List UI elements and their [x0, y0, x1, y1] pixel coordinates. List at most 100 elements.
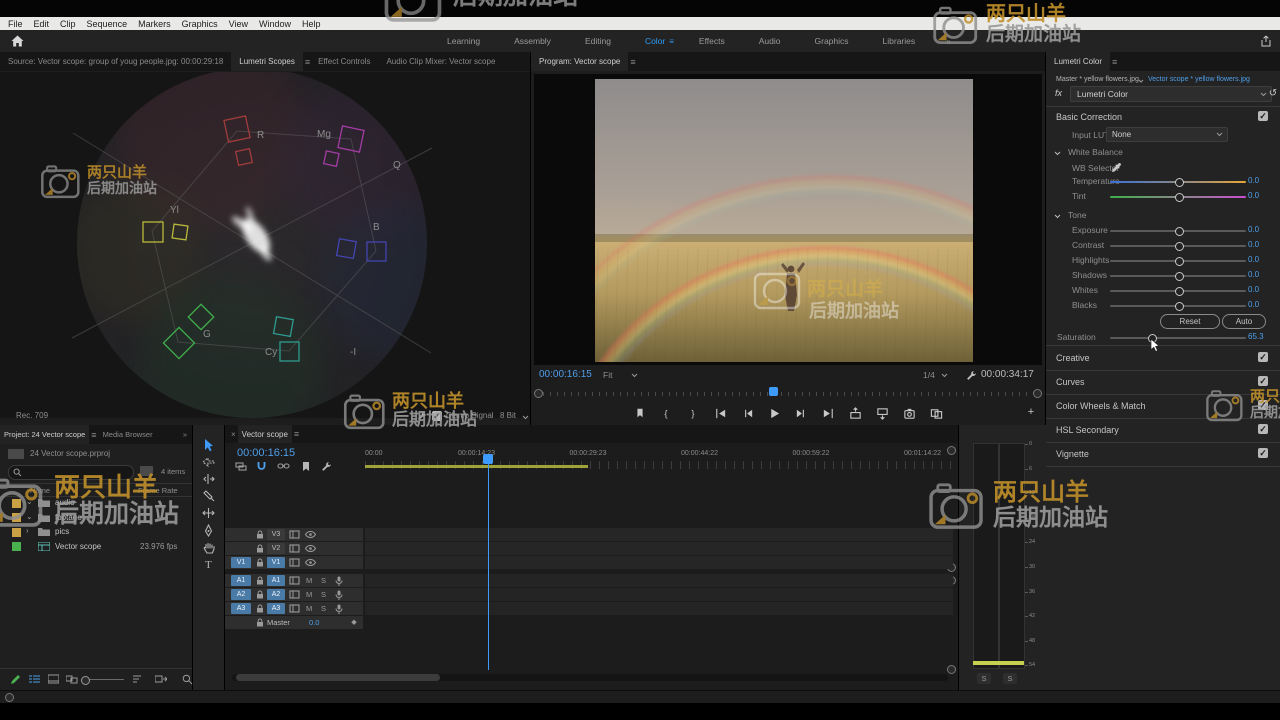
zoom-slider-handle[interactable] — [81, 676, 90, 685]
menu-item-window[interactable]: Window — [259, 19, 291, 29]
timeline-scroll-handle[interactable] — [947, 665, 956, 674]
panel-menu-icon[interactable]: ≡ — [294, 429, 299, 439]
toggle-track-output-eye-icon[interactable] — [305, 545, 317, 553]
timeline-playhead-line[interactable] — [488, 455, 489, 670]
reset-effect-icon[interactable]: ↺ — [1268, 88, 1278, 99]
mark-in-icon[interactable]: { — [660, 406, 674, 420]
slider-value[interactable]: 0.0 — [1248, 191, 1259, 200]
insert-here-icon[interactable] — [289, 604, 301, 614]
timeline-scroll-handle[interactable] — [947, 446, 956, 455]
type-tool[interactable]: T — [193, 556, 224, 572]
input-lut-select[interactable]: None — [1106, 127, 1228, 142]
menu-item-clip[interactable]: Clip — [60, 19, 76, 29]
slider-temperature[interactable] — [1110, 178, 1246, 187]
slider-value[interactable]: 0.0 — [1248, 270, 1259, 279]
track-name-v1[interactable]: V1 — [267, 557, 285, 568]
button-editor-plus-icon[interactable]: + — [1025, 406, 1037, 418]
timeline-current-timecode[interactable]: 00:00:16:15 — [237, 447, 295, 459]
slider-handle[interactable] — [1175, 242, 1184, 251]
insert-here-icon[interactable] — [289, 576, 301, 586]
source-patch-a1[interactable]: A1 — [231, 575, 251, 586]
insert-here-icon[interactable] — [289, 558, 301, 568]
expander-closed-icon[interactable]: › — [26, 526, 29, 535]
workspace-tab-editing[interactable]: Editing — [568, 36, 628, 46]
tone-chevron-icon[interactable] — [1054, 214, 1061, 219]
section-row-hsl-secondary[interactable]: HSL Secondary ✓ — [1046, 418, 1280, 443]
comparison-view-icon[interactable] — [930, 406, 944, 420]
share-icon[interactable] — [1258, 34, 1274, 48]
list-view-icon[interactable] — [29, 674, 42, 686]
mute-button[interactable]: M — [306, 576, 312, 585]
menu-item-markers[interactable]: Markers — [138, 19, 171, 29]
track-name-v3[interactable]: V3 — [267, 529, 285, 540]
slider-highlights[interactable] — [1110, 257, 1246, 266]
track-name-v2[interactable]: V2 — [267, 543, 285, 554]
mute-button[interactable]: M — [306, 590, 312, 599]
track-select-tool[interactable] — [193, 454, 224, 470]
home-icon[interactable] — [8, 33, 26, 49]
saturation-value[interactable]: 65.3 — [1248, 332, 1264, 341]
tab-project[interactable]: Project: 24 Vector scope — [0, 425, 90, 444]
track-lock-icon[interactable] — [256, 530, 265, 540]
project-row-pics[interactable]: › pics — [0, 525, 192, 539]
slider-handle[interactable] — [1175, 257, 1184, 266]
slider-value[interactable]: 0.0 — [1248, 255, 1259, 264]
track-lock-icon[interactable] — [256, 604, 265, 614]
tab-audio-clip-mixer[interactable]: Audio Clip Mixer: Vector scope — [378, 52, 503, 71]
program-scrubber[interactable] — [531, 385, 1045, 399]
menu-item-file[interactable]: File — [8, 19, 23, 29]
project-search-box[interactable] — [8, 465, 134, 480]
track-lock-icon[interactable] — [256, 544, 265, 554]
voiceover-record-mic-icon[interactable] — [335, 590, 344, 600]
slider-handle[interactable] — [1175, 287, 1184, 296]
mark-out-icon[interactable]: } — [687, 406, 701, 420]
slider-value[interactable]: 0.0 — [1248, 225, 1259, 234]
tab-sequence[interactable]: Vector scope — [237, 425, 292, 443]
source-patch-a3[interactable]: A3 — [231, 603, 251, 614]
panel-menu-icon[interactable]: ≡ — [630, 57, 635, 67]
toggle-track-output-eye-icon[interactable] — [305, 531, 317, 539]
workspace-tab-graphics[interactable]: Graphics — [798, 36, 866, 46]
section-checkbox[interactable]: ✓ — [1258, 448, 1268, 458]
add-marker-icon[interactable] — [301, 461, 315, 473]
clamp-signal-checkbox[interactable]: ✓ — [432, 411, 442, 421]
menu-item-graphics[interactable]: Graphics — [182, 19, 218, 29]
lift-icon[interactable] — [849, 406, 863, 420]
solo-left-button[interactable]: S — [977, 673, 991, 684]
lumetri-master-clip[interactable]: Master * yellow flowers.jpg — [1056, 76, 1139, 83]
track-lane-v3[interactable] — [365, 528, 953, 541]
workspace-tab-audio[interactable]: Audio — [742, 36, 798, 46]
source-patch-a2[interactable]: A2 — [231, 589, 251, 600]
program-settings-wrench-icon[interactable] — [965, 369, 977, 381]
panel-menu-icon[interactable]: ≡ — [1112, 57, 1117, 67]
icon-view-icon[interactable] — [48, 674, 61, 686]
section-checkbox[interactable]: ✓ — [1258, 424, 1268, 434]
add-marker-icon[interactable] — [633, 406, 647, 420]
workspace-tab-learning[interactable]: Learning — [430, 36, 497, 46]
section-row-color-wheels-match[interactable]: Color Wheels & Match ✓ — [1046, 394, 1280, 419]
program-zoom-select[interactable]: Fit — [603, 370, 612, 380]
menu-item-view[interactable]: View — [229, 19, 248, 29]
expander-open-icon[interactable]: ⌄ — [26, 512, 33, 521]
section-row-curves[interactable]: Curves ✓ — [1046, 370, 1280, 395]
saturation-slider[interactable] — [1110, 334, 1246, 343]
timeline-playhead-head[interactable] — [483, 454, 493, 464]
export-frame-icon[interactable] — [903, 406, 917, 420]
track-name-a3[interactable]: A3 — [267, 603, 285, 614]
track-lock-icon[interactable] — [256, 618, 265, 628]
razor-tool[interactable] — [193, 488, 224, 504]
timeline-settings-wrench-icon[interactable] — [321, 461, 335, 473]
extract-icon[interactable] — [876, 406, 890, 420]
go-to-out-icon[interactable] — [822, 406, 836, 420]
thumbnail-zoom-slider[interactable] — [81, 676, 124, 685]
slip-tool[interactable] — [193, 505, 224, 521]
bit-depth-select[interactable]: 8 Bit — [500, 411, 516, 420]
slider-exposure[interactable] — [1110, 227, 1246, 236]
step-forward-icon[interactable] — [795, 406, 809, 420]
sort-icon[interactable] — [133, 674, 146, 686]
column-header-name[interactable]: Name — [30, 486, 50, 495]
go-to-in-icon[interactable] — [714, 406, 728, 420]
section-checkbox[interactable]: ✓ — [1258, 376, 1268, 386]
solo-button[interactable]: S — [321, 590, 326, 599]
project-breadcrumb[interactable]: 24 Vector scope.prproj — [30, 449, 110, 458]
